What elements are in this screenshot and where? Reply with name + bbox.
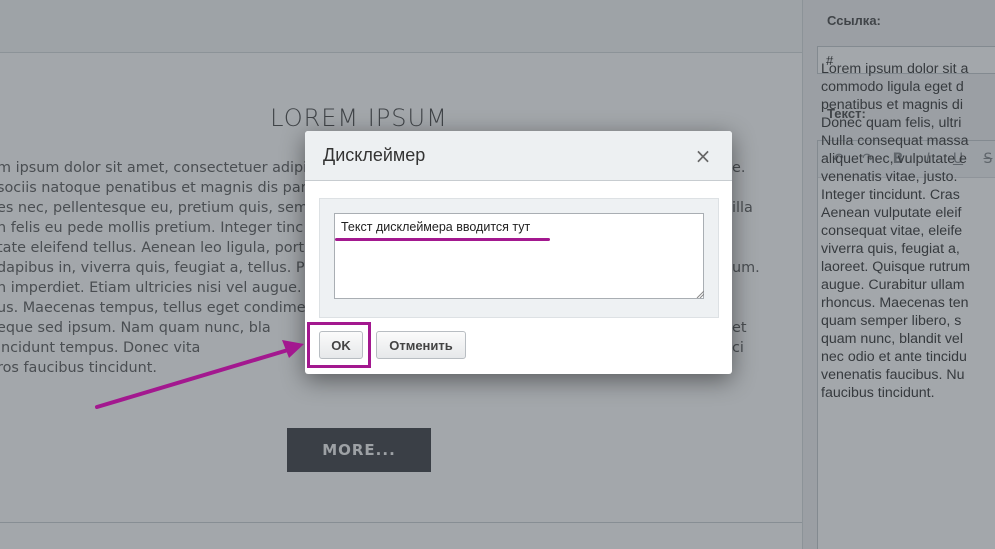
annotation-arrow-icon [95, 340, 304, 409]
